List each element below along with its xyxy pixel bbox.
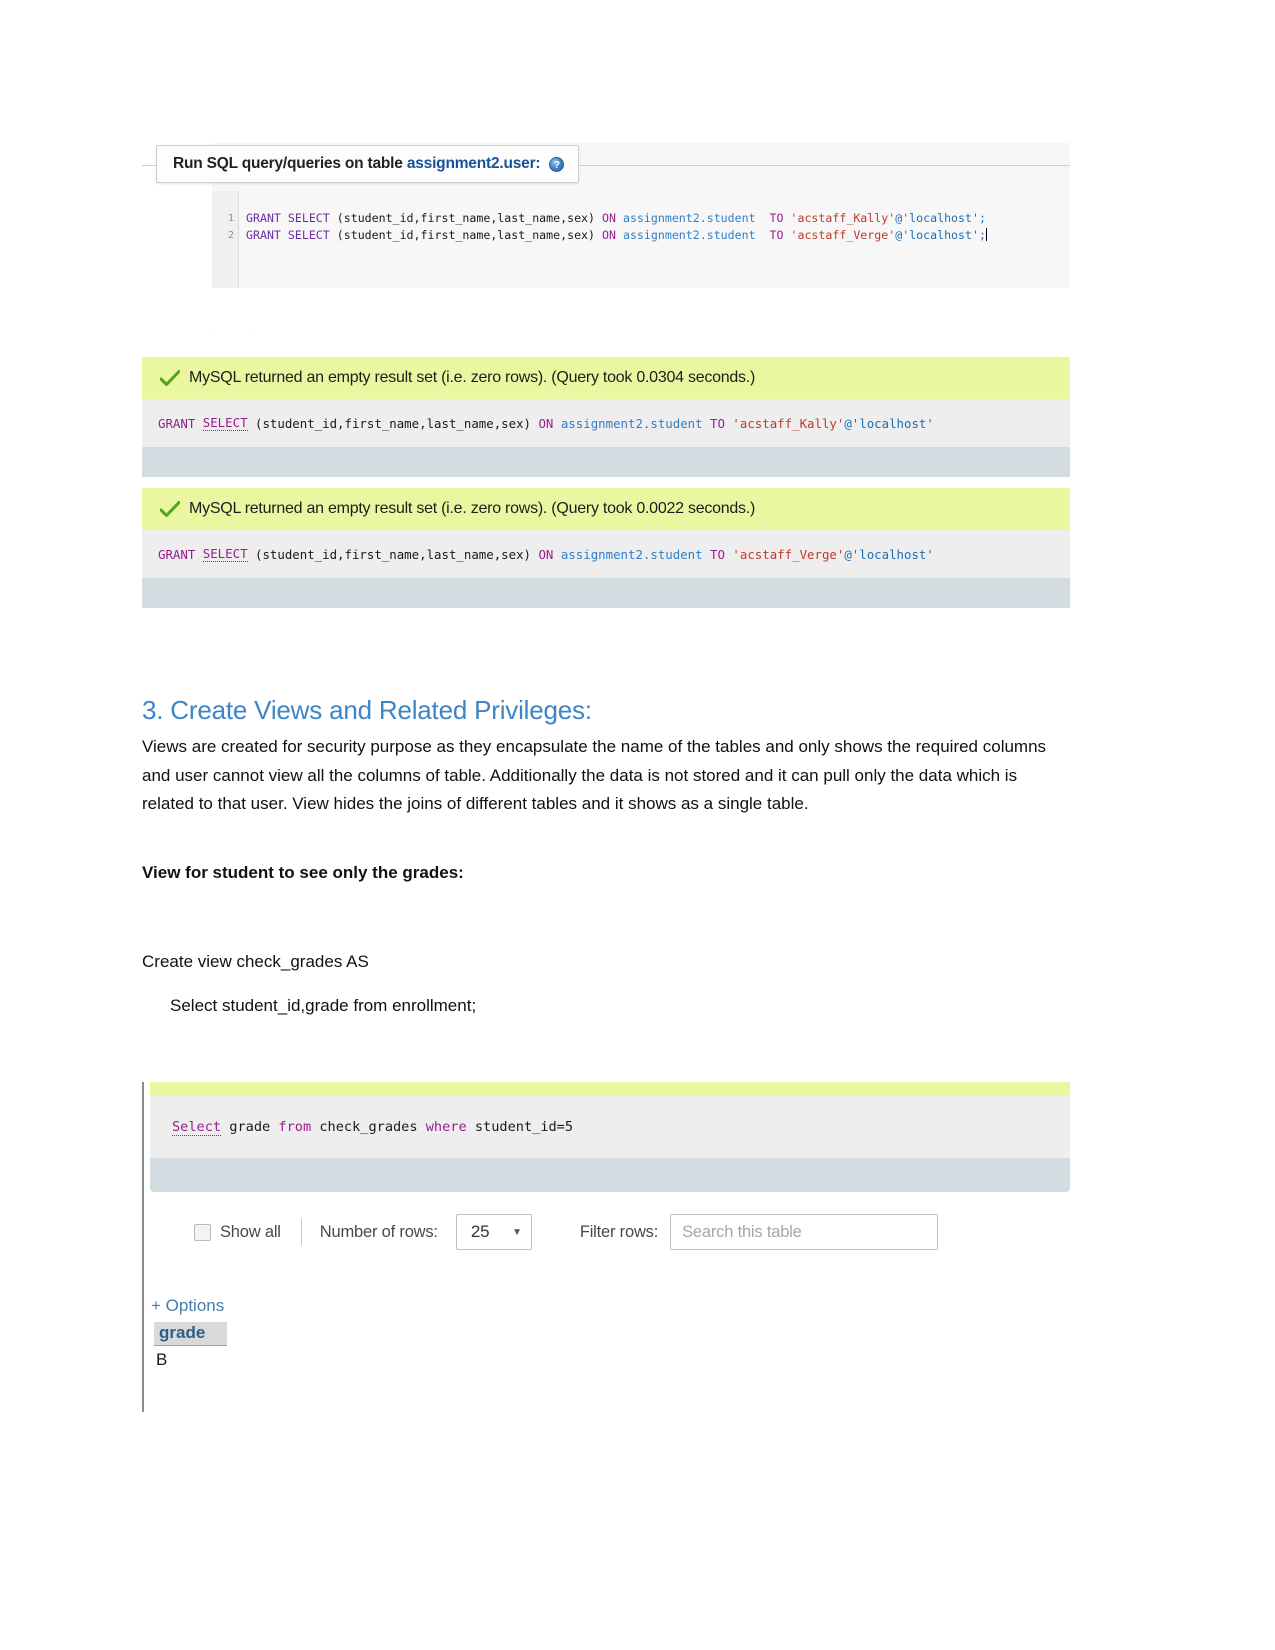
query-result-block: MySQL returned an empty result set (i.e.… [142, 488, 1070, 608]
sql-at: @ [844, 546, 852, 562]
executed-sql: GRANT SELECT (student_id,first_name,last… [142, 530, 1070, 578]
run-sql-panel: Run SQL query/queries on table assignmen… [142, 143, 1070, 288]
sql-user: 'acstaff_Kally' [783, 211, 896, 225]
filter-rows-input[interactable]: Search this table [670, 1214, 939, 1250]
sql-keyword-from: from [278, 1119, 312, 1135]
sql-keyword-to: TO [710, 546, 725, 562]
create-view-statement: Create view check_grades AS [142, 952, 369, 971]
filter-rows-label: Filter rows: [579, 1222, 659, 1241]
sql-columns: (student_id,first_name,last_name,sex) [329, 211, 603, 225]
control-divider [300, 1219, 302, 1245]
view-result-footer-bar [150, 1158, 1070, 1192]
view-result-panel: Select grade from check_grades where stu… [142, 1082, 1070, 1412]
sql-column: grade [221, 1119, 279, 1135]
sql-editor[interactable]: 1 2 GRANT SELECT (student_id,first_name,… [212, 191, 1070, 288]
sql-keyword-select: SELECT [202, 415, 248, 431]
sql-keyword-grant: GRANT [246, 211, 281, 225]
line-number-gutter: 1 2 [212, 191, 239, 288]
text-caret [985, 228, 987, 241]
sql-keyword-select: SELECT [287, 228, 330, 242]
sql-host: 'localhost' [851, 546, 934, 562]
sql-code-line: GRANT SELECT (student_id,first_name,last… [246, 210, 987, 227]
sql-keyword-to: TO [769, 211, 784, 225]
sql-keyword-where: where [425, 1119, 467, 1135]
table-column-header-grade[interactable]: grade [154, 1322, 228, 1346]
view-executed-sql: Select grade from check_grades where stu… [150, 1096, 1070, 1158]
panel-left-border [142, 1082, 144, 1412]
query-success-message: MySQL returned an empty result set (i.e.… [189, 500, 756, 517]
subheading-view-for-student: View for student to see only the grades: [142, 863, 464, 882]
sql-keyword-on: ON [602, 211, 616, 225]
query-success-banner: MySQL returned an empty result set (i.e.… [142, 357, 1070, 399]
sql-table: assignment2.student [553, 546, 711, 562]
number-of-rows-label: Number of rows: [319, 1222, 438, 1241]
show-all-label: Show all [220, 1222, 281, 1241]
number-of-rows-select[interactable]: 25 ▼ [455, 1214, 532, 1250]
scan-artifact: - [208, 330, 214, 338]
help-icon[interactable]: ? [549, 156, 565, 172]
sql-keyword-on: ON [538, 415, 554, 431]
line-number: 2 [227, 230, 234, 241]
scan-artifact: - [248, 330, 254, 338]
executed-sql: GRANT SELECT (student_id,first_name,last… [142, 399, 1070, 447]
legend-table-name: assignment2.user: [406, 155, 541, 172]
sql-table: assignment2.student [553, 415, 711, 431]
sql-columns: (student_id,first_name,last_name,sex) [247, 546, 539, 562]
query-success-message: MySQL returned an empty result set (i.e.… [189, 369, 756, 386]
results-controls: Show all Number of rows: 25 ▼ Filter row… [194, 1212, 939, 1252]
filter-rows-placeholder: Search this table [682, 1222, 802, 1241]
success-strip [150, 1082, 1070, 1096]
sql-columns: (student_id,first_name,last_name,sex) [329, 228, 603, 242]
query-success-banner: MySQL returned an empty result set (i.e.… [142, 488, 1070, 530]
select-statement: Select student_id,grade from enrollment; [170, 996, 477, 1015]
sql-keyword-grant: GRANT [246, 228, 281, 242]
panel-legend: Run SQL query/queries on table assignmen… [156, 145, 580, 183]
sql-keyword-grant: GRANT [158, 415, 203, 431]
sql-code-line: GRANT SELECT (student_id,first_name,last… [246, 227, 987, 244]
show-all-checkbox[interactable] [194, 1223, 211, 1241]
section-paragraph: Views are created for security purpose a… [142, 737, 1047, 814]
sql-keyword-select: Select [172, 1118, 222, 1136]
sql-columns: (student_id,first_name,last_name,sex) [247, 415, 539, 431]
sql-keyword-to: TO [710, 415, 725, 431]
section-heading: 3. Create Views and Related Privileges: [142, 695, 592, 725]
options-toggle-link[interactable]: + Options [151, 1296, 224, 1316]
table-cell-grade: B [156, 1350, 168, 1369]
result-footer-bar [142, 447, 1070, 477]
line-number: 1 [227, 213, 234, 224]
sql-table: assignment2.student [615, 211, 770, 225]
sql-view-name: check_grades [311, 1119, 426, 1135]
result-footer-bar [142, 578, 1070, 608]
sql-code[interactable]: GRANT SELECT (student_id,first_name,last… [246, 210, 987, 244]
sql-user: 'acstaff_Verge' [783, 228, 896, 242]
sql-table: assignment2.student [615, 228, 770, 242]
sql-keyword-grant: GRANT [158, 546, 203, 562]
sql-keyword-select: SELECT [202, 546, 248, 562]
sql-user: 'acstaff_Kally' [724, 415, 845, 431]
sql-host: 'localhost'; [902, 211, 986, 225]
panel-legend-text: Run SQL query/queries on table assignmen… [173, 155, 541, 173]
legend-prefix: Run SQL query/queries on table [173, 155, 407, 172]
sql-host: 'localhost' [851, 415, 934, 431]
sql-keyword-to: TO [769, 228, 784, 242]
sql-keyword-on: ON [602, 228, 616, 242]
check-icon [160, 370, 180, 386]
query-result-block: MySQL returned an empty result set (i.e.… [142, 357, 1070, 477]
number-of-rows-value: 25 [470, 1222, 490, 1241]
sql-keyword-select: SELECT [287, 211, 330, 225]
sql-user: 'acstaff_Verge' [724, 546, 845, 562]
sql-keyword-on: ON [538, 546, 554, 562]
sql-host: 'localhost'; [902, 228, 986, 242]
sql-condition: student_id=5 [466, 1119, 574, 1135]
document-page: Run SQL query/queries on table assignmen… [0, 0, 1275, 1650]
chevron-down-icon: ▼ [512, 1226, 522, 1238]
check-icon [160, 501, 180, 517]
sql-at: @ [844, 415, 852, 431]
